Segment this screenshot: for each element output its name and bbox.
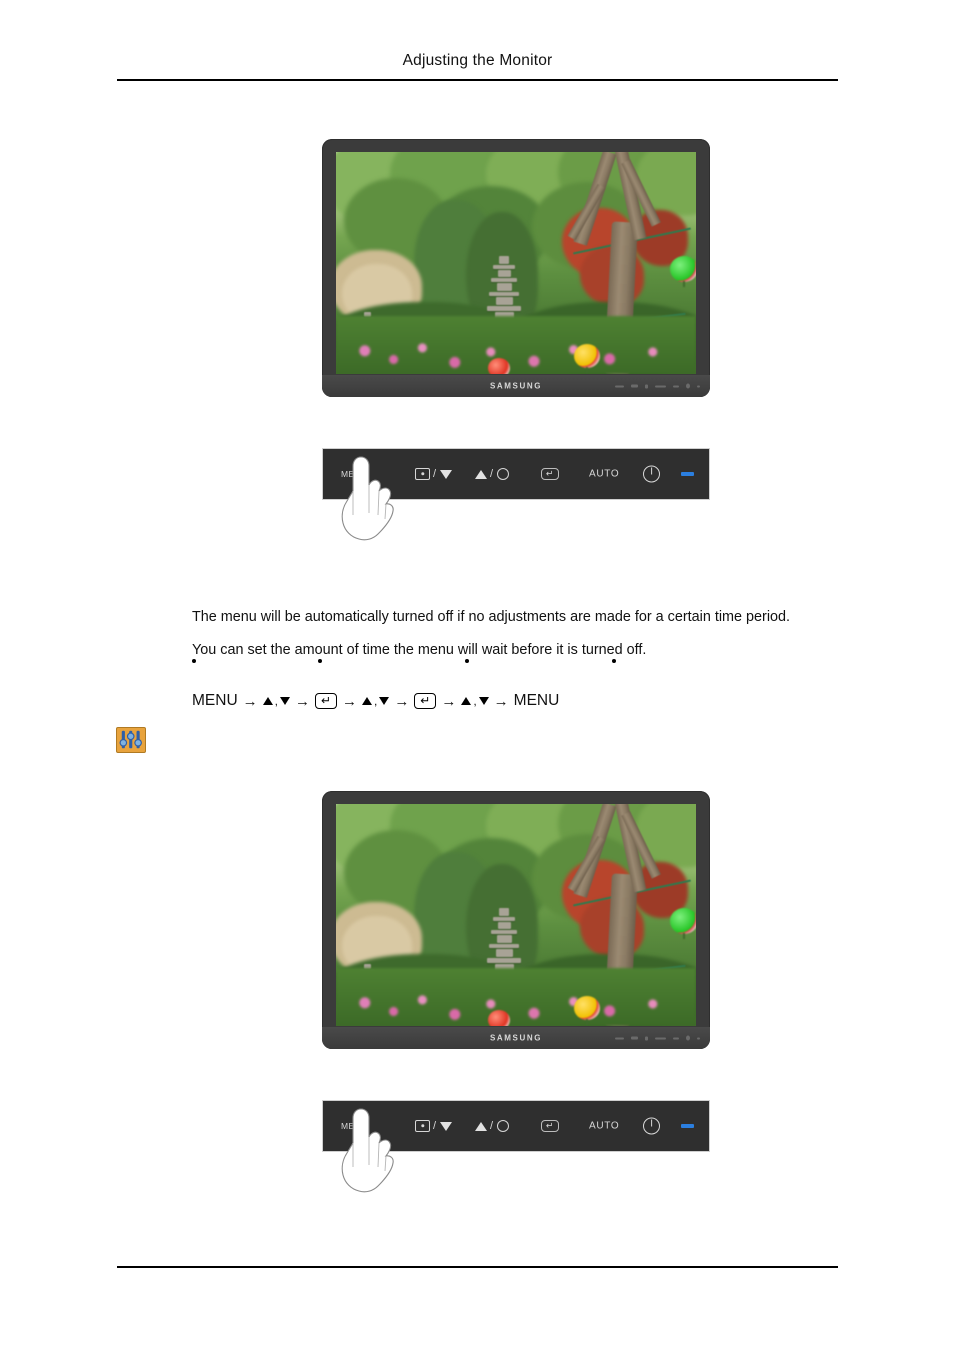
triangle-down-icon (379, 697, 390, 705)
monitor-screen-bottom (336, 804, 696, 1026)
comma-3: , (473, 694, 477, 708)
triangle-up-icon (262, 697, 273, 705)
triangle-up-icon (475, 1121, 487, 1131)
power-button-top[interactable] (643, 465, 660, 483)
enter-key-icon-1 (314, 693, 337, 709)
updown-group-2: , (361, 694, 390, 708)
auto-button-top[interactable]: AUTO (589, 469, 619, 480)
led-indicator-icon (681, 472, 694, 476)
nav-end-menu-label: MENU (513, 692, 560, 709)
source-down-button-top[interactable]: / (415, 468, 452, 480)
control-panel-bottom: MENU / / AUTO (322, 1100, 710, 1193)
comma-2: , (373, 694, 378, 708)
paragraph-1: The menu will be automatically turned of… (192, 609, 791, 626)
source-icon (415, 1120, 430, 1132)
auto-button-label: AUTO (589, 1120, 620, 1132)
power-icon (643, 465, 660, 483)
bullet-row (192, 659, 642, 673)
page-title: Adjusting the Monitor (402, 52, 553, 69)
bullet-dot-3 (465, 659, 469, 663)
menu-navigation-sequence: MENU → , → → , → → , → MENU (192, 692, 559, 710)
garden-scene (336, 804, 696, 1026)
updown-group-3: , (461, 694, 489, 708)
auto-button-bottom[interactable]: AUTO (589, 1121, 619, 1132)
separator-slash: / (433, 1120, 437, 1132)
monitor-figure-top: SAMSUNG (322, 139, 710, 397)
paragraph-2: You can set the amount of time the menu … (192, 642, 647, 659)
triangle-down-icon (279, 697, 290, 705)
enter-key-icon-2 (414, 693, 437, 709)
brightness-up-button-top[interactable]: / (475, 468, 509, 480)
comma-1: , (274, 694, 278, 708)
samsung-logo: SAMSUNG (489, 381, 543, 391)
source-icon (415, 468, 430, 480)
power-led-bottom (681, 1124, 694, 1128)
bezel-control-marks (615, 1035, 700, 1041)
sliders-adjust-glyph (119, 730, 142, 749)
separator-slash: / (490, 468, 494, 480)
nav-start-menu-label: MENU (192, 692, 238, 709)
monitor-screen-top (336, 152, 696, 374)
monitor-bezel-bottom-top: SAMSUNG (322, 375, 710, 397)
lantern-yellow (574, 344, 600, 368)
triangle-up-icon (461, 697, 472, 705)
header-rule (117, 79, 838, 81)
arrow-3: → (341, 692, 357, 710)
triangle-down-icon (439, 469, 452, 479)
separator-slash: / (433, 468, 437, 480)
menu-button-bottom[interactable]: MENU (341, 1121, 368, 1131)
led-indicator-icon (681, 1124, 694, 1128)
garden-scene (336, 152, 696, 374)
menu-button-top[interactable]: MENU (341, 469, 368, 479)
lantern-green (670, 908, 696, 934)
power-icon (643, 1117, 660, 1135)
source-down-button-bottom[interactable]: / (415, 1120, 452, 1132)
arrow-2: → (294, 692, 310, 710)
samsung-logo: SAMSUNG (489, 1033, 543, 1043)
lantern-yellow (574, 996, 600, 1020)
circle-icon (496, 468, 509, 480)
auto-button-label: AUTO (589, 468, 620, 480)
enter-key-icon (541, 1120, 559, 1132)
triangle-up-icon (361, 697, 372, 705)
triangle-down-icon (439, 1121, 452, 1131)
arrow-4: → (394, 692, 410, 710)
arrow-6: → (493, 692, 509, 710)
arrow-1: → (242, 692, 258, 710)
enter-key-icon (541, 468, 559, 480)
enter-button-top[interactable] (541, 468, 559, 480)
menu-button-label: MENU (341, 1121, 368, 1131)
lantern-red (488, 1010, 510, 1026)
separator-slash: / (490, 1120, 494, 1132)
enter-button-bottom[interactable] (541, 1120, 559, 1132)
control-panel-top: MENU / / AUTO (322, 448, 710, 541)
lantern-green (670, 256, 696, 282)
monitor-figure-bottom: SAMSUNG (322, 791, 710, 1049)
footer-rule (117, 1266, 838, 1268)
brightness-up-button-bottom[interactable]: / (475, 1120, 509, 1132)
power-button-bottom[interactable] (643, 1117, 660, 1135)
triangle-down-icon (478, 697, 489, 705)
menu-button-label: MENU (341, 469, 368, 479)
lantern-red (488, 358, 510, 374)
updown-group-1: , (262, 694, 290, 708)
arrow-5: → (441, 692, 457, 710)
triangle-up-icon (475, 469, 487, 479)
bullet-dot-4 (612, 659, 616, 663)
bullet-dot-2 (318, 659, 322, 663)
monitor-bezel-bottom-bottom: SAMSUNG (322, 1027, 710, 1049)
power-led-top (681, 472, 694, 476)
bezel-control-marks (615, 383, 700, 389)
circle-icon (496, 1120, 509, 1132)
sliders-adjust-icon (116, 727, 146, 753)
bullet-dot-1 (192, 659, 196, 663)
page-header: Adjusting the Monitor (117, 52, 838, 70)
